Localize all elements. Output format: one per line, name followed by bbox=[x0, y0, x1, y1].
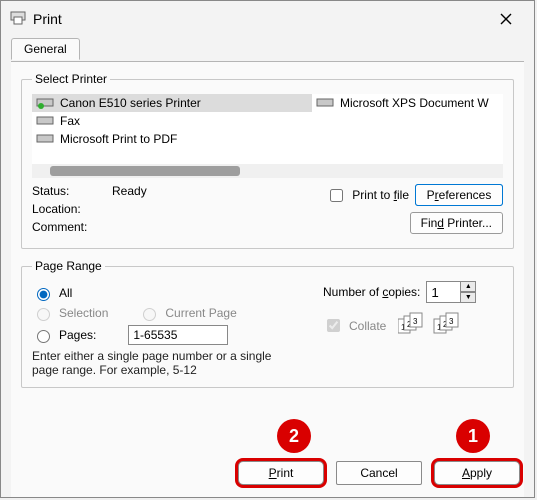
collate-checkbox bbox=[327, 319, 340, 332]
preferences-button[interactable]: Preferences bbox=[415, 184, 503, 206]
apply-button[interactable]: Apply bbox=[434, 461, 520, 485]
copies-down[interactable]: ▼ bbox=[460, 292, 476, 303]
print-to-file-checkbox[interactable] bbox=[330, 189, 343, 202]
comment-label: Comment: bbox=[32, 220, 102, 234]
printer-item-msxps[interactable]: Microsoft XPS Document W bbox=[312, 94, 503, 112]
printer-icon bbox=[36, 132, 54, 146]
status-info: Status: Ready Location: Comment: bbox=[32, 184, 311, 238]
radio-selection-label: Selection bbox=[59, 306, 108, 320]
horizontal-scrollbar[interactable] bbox=[32, 164, 503, 178]
copies-input[interactable] bbox=[426, 281, 460, 303]
radio-all[interactable] bbox=[37, 288, 50, 301]
collate-label: Collate bbox=[349, 319, 386, 333]
dialog-actions: Print Cancel Apply bbox=[238, 461, 520, 485]
printer-list[interactable]: Canon E510 series Printer Fax bbox=[32, 94, 503, 178]
fax-icon bbox=[36, 114, 54, 128]
radio-pages[interactable] bbox=[37, 330, 50, 343]
titlebar: Print bbox=[1, 1, 534, 37]
svg-text:3: 3 bbox=[413, 317, 418, 326]
print-to-file-option[interactable]: Print to file bbox=[326, 186, 409, 205]
printer-icon bbox=[36, 96, 54, 110]
radio-current-page bbox=[143, 308, 156, 321]
radio-pages-label: Pages: bbox=[59, 328, 96, 342]
select-printer-legend: Select Printer bbox=[32, 72, 110, 86]
print-button[interactable]: Print bbox=[238, 461, 324, 485]
radio-all-label: All bbox=[59, 286, 72, 300]
select-printer-group: Select Printer Canon E510 series Printer bbox=[21, 72, 514, 249]
svg-text:3: 3 bbox=[449, 317, 454, 326]
tab-general[interactable]: General bbox=[11, 38, 80, 60]
printer-label: Microsoft XPS Document W bbox=[340, 96, 489, 110]
printer-label: Canon E510 series Printer bbox=[60, 96, 201, 110]
page-range-group: Page Range All Selection Curr bbox=[21, 259, 514, 388]
printer-item-canon[interactable]: Canon E510 series Printer bbox=[32, 94, 312, 112]
status-value: Ready bbox=[112, 184, 147, 198]
annotation-badge-1: 1 bbox=[456, 419, 490, 453]
printer-label: Fax bbox=[60, 114, 80, 128]
cancel-button[interactable]: Cancel bbox=[336, 461, 422, 485]
location-label: Location: bbox=[32, 202, 102, 216]
tab-strip: General bbox=[1, 37, 534, 61]
close-button[interactable] bbox=[486, 5, 526, 33]
copies-label: Number of copies: bbox=[323, 285, 420, 299]
window-title: Print bbox=[33, 11, 486, 27]
close-icon bbox=[500, 13, 512, 25]
pages-input[interactable] bbox=[128, 325, 228, 345]
tab-panel-general: Select Printer Canon E510 series Printer bbox=[11, 61, 524, 497]
radio-selection bbox=[37, 308, 50, 321]
printer-item-mspdf[interactable]: Microsoft Print to PDF bbox=[32, 130, 312, 148]
printer-item-fax[interactable]: Fax bbox=[32, 112, 312, 130]
printer-label: Microsoft Print to PDF bbox=[60, 132, 177, 146]
collate-icon: 1 2 3 1 2 3 bbox=[398, 311, 468, 340]
printer-icon bbox=[9, 10, 27, 29]
printer-icon bbox=[316, 96, 334, 110]
status-label: Status: bbox=[32, 184, 102, 198]
page-range-legend: Page Range bbox=[32, 259, 105, 273]
page-range-help: Enter either a single page number or a s… bbox=[32, 349, 272, 377]
find-printer-button[interactable]: Find Printer... bbox=[410, 212, 503, 234]
print-dialog: Print General Select Printer Canon E510 … bbox=[0, 0, 535, 498]
radio-current-page-label: Current Page bbox=[165, 306, 236, 320]
copies-up[interactable]: ▲ bbox=[460, 281, 476, 292]
copies-spinner[interactable]: ▲ ▼ bbox=[426, 281, 476, 303]
annotation-badge-2: 2 bbox=[277, 419, 311, 453]
